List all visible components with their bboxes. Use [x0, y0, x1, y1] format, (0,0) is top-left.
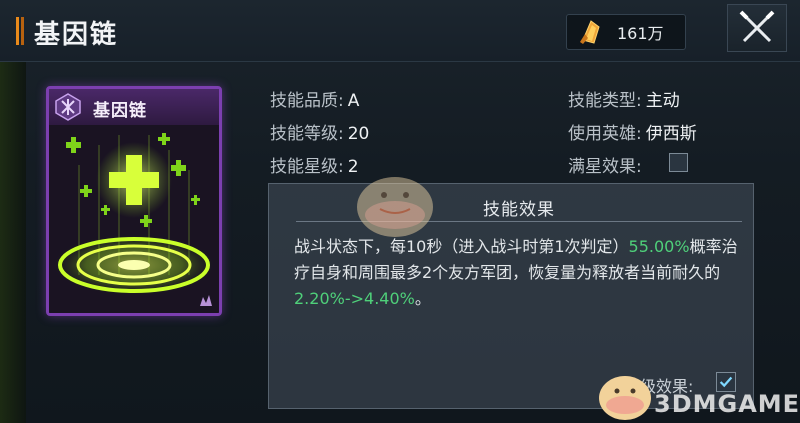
card-rarity-icon — [200, 295, 212, 306]
stat-hero-label: 使用英雄: — [568, 124, 642, 144]
currency-amount: 161万 — [617, 24, 664, 43]
stat-star-label: 技能星级: — [270, 157, 344, 177]
stat-level-label: 技能等级: — [270, 124, 344, 144]
stat-quality-label: 技能品质: — [270, 91, 344, 111]
effect-text-3: 。 — [414, 289, 431, 308]
skill-effect-title: 技能效果 — [483, 200, 555, 220]
awaken-effect-checkbox[interactable] — [716, 372, 736, 392]
page-title: 基因链 — [34, 20, 119, 50]
currency-display[interactable]: 161万 — [566, 14, 686, 50]
effect-text-1: 战斗状态下，每10秒（进入战斗时第1次判定） — [294, 237, 629, 256]
stat-hero: 使用英雄: 伊西斯 — [568, 119, 697, 144]
stat-type-label: 技能类型: — [568, 91, 642, 111]
effect-highlight-chance: 55.00% — [628, 237, 690, 256]
stat-star: 技能星级: 2 — [270, 152, 359, 177]
skill-card-header: 基因链 — [49, 89, 219, 125]
stat-quality: 技能品质: A — [270, 86, 359, 111]
watermark-logo-icon — [599, 376, 651, 420]
stat-level: 技能等级: 20 — [270, 119, 369, 144]
stat-max-star-label: 满星效果: — [568, 157, 642, 177]
close-button[interactable] — [727, 4, 787, 52]
stat-hero-value: 伊西斯 — [645, 124, 697, 144]
stat-max-star: 满星效果: — [568, 152, 642, 177]
gene-chain-skill-icon — [55, 93, 81, 121]
gold-crystal-icon — [580, 20, 600, 44]
background-left-art — [0, 0, 26, 423]
skill-card-title: 基因链 — [93, 101, 147, 121]
close-icon — [739, 10, 775, 43]
stat-quality-value: A — [347, 91, 360, 111]
header-bar: 基因链 161万 — [0, 0, 800, 62]
watermark-text: 3DMGAME — [654, 390, 800, 418]
skill-effect-description: 战斗状态下，每10秒（进入战斗时第1次判定）55.00%概率治疗自身和周围最多2… — [294, 234, 738, 312]
title-accent-bars — [16, 17, 24, 45]
stat-type-value: 主动 — [645, 91, 680, 111]
watermark-mascot-icon — [357, 177, 433, 237]
max-star-checkbox[interactable] — [669, 153, 688, 172]
effect-highlight-heal: 2.20%->4.40% — [294, 289, 415, 308]
stat-type: 技能类型: 主动 — [568, 86, 680, 111]
healing-aura-illustration — [49, 125, 219, 313]
skill-card: 基因链 — [46, 86, 222, 316]
stat-level-value: 20 — [347, 124, 370, 144]
